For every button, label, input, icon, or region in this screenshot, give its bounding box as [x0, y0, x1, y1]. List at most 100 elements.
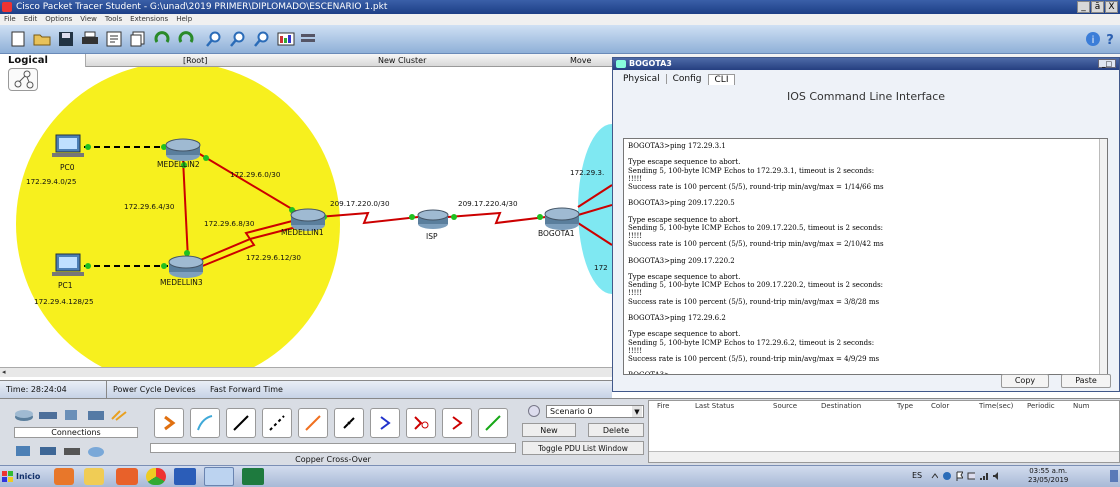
router-medellin3-icon[interactable] [168, 255, 204, 278]
clock-time: 03:55 a.m. [1029, 467, 1068, 475]
tray-app-icon[interactable] [942, 471, 951, 481]
menu-view[interactable]: View [80, 14, 97, 25]
router-isp-icon[interactable] [417, 209, 449, 229]
minimize-button[interactable]: _ [1077, 1, 1090, 13]
fast-forward-button[interactable]: Fast Forward Time [210, 381, 283, 399]
palette-icon[interactable] [276, 29, 296, 49]
wan-emulation-icon[interactable] [62, 444, 82, 458]
terminal-line: !!!!! [628, 174, 643, 183]
tab-cli[interactable]: CLI [707, 73, 736, 85]
new-scenario-button[interactable]: New [522, 423, 576, 437]
menu-help[interactable]: Help [176, 14, 192, 25]
logical-tab[interactable]: Logical [0, 54, 86, 67]
save-icon[interactable] [56, 29, 76, 49]
copper-straight-icon[interactable] [226, 408, 256, 438]
zoom-reset-icon[interactable] [228, 29, 248, 49]
tab-config[interactable]: Config [665, 74, 708, 84]
router-bogota1-icon[interactable] [544, 207, 580, 230]
routers-category-icon[interactable] [14, 408, 34, 422]
menu-extensions[interactable]: Extensions [130, 14, 168, 25]
scenario-select[interactable]: Scenario 0 ▼ [546, 405, 644, 418]
device-window-controls[interactable]: _□ [1098, 59, 1116, 68]
outlook-app-icon[interactable] [54, 468, 74, 485]
new-file-icon[interactable] [8, 29, 28, 49]
delete-scenario-button[interactable]: Delete [588, 423, 644, 437]
serial-dte-icon[interactable] [442, 408, 472, 438]
copy-icon[interactable] [128, 29, 148, 49]
end-devices-icon[interactable] [14, 444, 34, 458]
clock[interactable]: 03:55 a.m. 23/05/2019 [1028, 467, 1068, 485]
pdu-scrollbar[interactable] [649, 451, 1119, 462]
paste-button[interactable]: Paste [1061, 374, 1111, 388]
tray-expand-icon[interactable] [930, 471, 939, 481]
close-button[interactable]: X [1105, 1, 1118, 13]
pc1-label: PC1 [58, 281, 73, 290]
menu-file[interactable]: File [4, 14, 16, 25]
link-light [184, 250, 190, 256]
custom-device-icon[interactable] [298, 29, 318, 49]
menu-bar: File Edit Options View Tools Extensions … [0, 14, 1120, 25]
topology-canvas[interactable]: PC0 PC1 MEDELLIN2 MEDELLIN1 MEDELLIN3 IS… [0, 67, 612, 367]
open-folder-icon[interactable] [32, 29, 52, 49]
terminal-scrollbar[interactable] [1099, 139, 1107, 374]
custom-devices-icon[interactable] [86, 444, 106, 458]
zoom-out-icon[interactable] [252, 29, 272, 49]
root-label[interactable]: [Root] [183, 54, 207, 67]
pdf-reader-icon[interactable] [116, 468, 138, 485]
flag-icon[interactable] [955, 471, 963, 481]
signal-icon[interactable] [979, 471, 988, 481]
hubs-category-icon[interactable] [62, 408, 82, 422]
auto-connection-icon[interactable] [154, 408, 184, 438]
pc0-label: PC0 [60, 163, 75, 172]
move-object-button[interactable]: Move [570, 54, 591, 67]
menu-edit[interactable]: Edit [24, 14, 38, 25]
zoom-in-icon[interactable] [204, 29, 224, 49]
copy-button[interactable]: Copy [1001, 374, 1049, 388]
new-cluster-button[interactable]: New Cluster [378, 54, 426, 67]
show-desktop-button[interactable] [1110, 470, 1118, 482]
canvas-horizontal-scrollbar[interactable]: ◂ [0, 367, 612, 377]
switches-category-icon[interactable] [38, 408, 58, 422]
help-icon[interactable]: ? [1100, 29, 1120, 49]
wireless-category-icon[interactable] [86, 408, 106, 422]
packet-tracer-taskbar-icon[interactable] [204, 467, 234, 486]
network-icon[interactable] [967, 471, 976, 481]
tab-physical[interactable]: Physical [617, 74, 666, 84]
power-cycle-button[interactable]: Power Cycle Devices [106, 381, 196, 399]
undo-icon[interactable] [152, 29, 172, 49]
toggle-pdu-list-button[interactable]: Toggle PDU List Window [522, 441, 644, 455]
device-config-window: BOGOTA3 _□ Physical Config CLI IOS Comma… [612, 57, 1120, 392]
coaxial-icon[interactable] [370, 408, 400, 438]
word-icon[interactable] [174, 468, 196, 485]
connections-category-icon[interactable] [110, 408, 130, 422]
fiber-icon[interactable] [298, 408, 328, 438]
start-button[interactable]: Inicio [2, 468, 42, 485]
palette-scrollbar[interactable] [150, 443, 516, 453]
phone-cable-icon[interactable] [334, 408, 364, 438]
security-icon[interactable] [38, 444, 58, 458]
language-indicator[interactable]: ES [912, 471, 922, 480]
volume-icon[interactable] [992, 471, 1000, 481]
router-medellin2-icon[interactable] [165, 138, 201, 161]
menu-options[interactable]: Options [45, 14, 72, 25]
console-cable-icon[interactable] [190, 408, 220, 438]
cli-terminal[interactable]: BOGOTA3>ping 172.29.3.1 Type escape seque… [623, 138, 1108, 375]
chevron-down-icon[interactable]: ▼ [632, 406, 642, 417]
file-explorer-icon[interactable] [84, 468, 104, 485]
terminal-line: Type escape sequence to abort. [628, 330, 741, 339]
excel-icon[interactable] [242, 468, 264, 485]
maximize-button[interactable]: ā [1091, 1, 1104, 13]
scroll-left-arrow-icon[interactable]: ◂ [2, 369, 8, 376]
redo-icon[interactable] [176, 29, 196, 49]
activity-wizard-icon[interactable] [104, 29, 124, 49]
serial-dce-icon[interactable] [406, 408, 436, 438]
realtime-icon[interactable] [528, 405, 540, 417]
terminal-line: !!!!! [628, 346, 643, 355]
pc0-icon[interactable] [52, 134, 84, 157]
copper-crossover-icon[interactable] [262, 408, 292, 438]
octal-cable-icon[interactable] [478, 408, 508, 438]
print-icon[interactable] [80, 29, 100, 49]
menu-tools[interactable]: Tools [105, 14, 122, 25]
chrome-icon[interactable] [146, 468, 166, 485]
pc1-icon[interactable] [52, 253, 84, 276]
